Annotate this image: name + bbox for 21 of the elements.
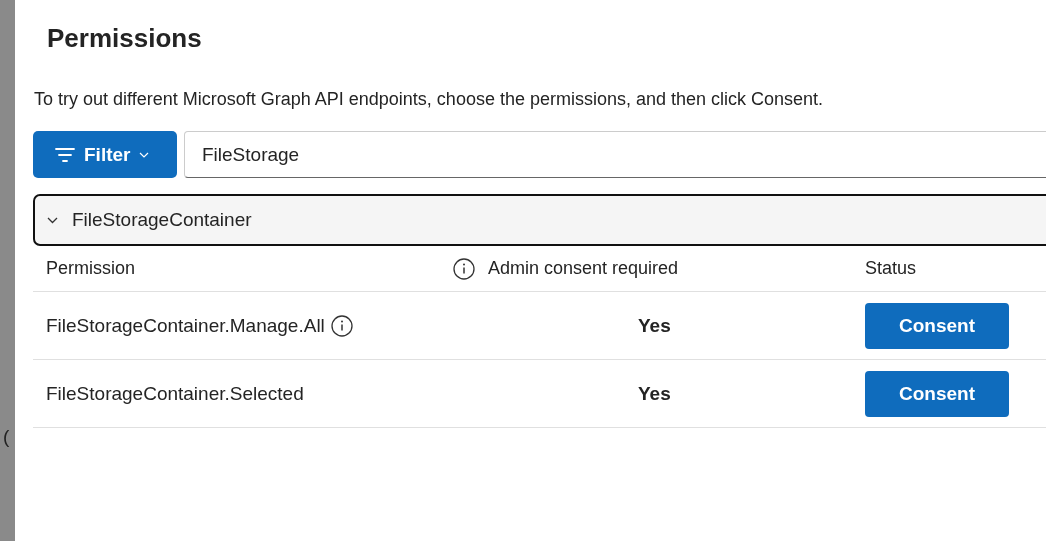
chevron-icon (47, 216, 58, 224)
info-icon (453, 257, 475, 280)
dialog-title: Permissions (47, 22, 203, 54)
filter-button[interactable]: Filter (33, 131, 177, 178)
admin-consent-value: Yes (638, 314, 671, 337)
description-text: To try out different Microsoft Graph API endpoints, choose the permissions, and then click Consent. (34, 88, 825, 110)
info-icon[interactable] (330, 314, 353, 337)
permission-name: FileStorageContainer.Selected (46, 382, 304, 405)
column-header: Permission (46, 258, 136, 279)
chevron-down-icon (139, 151, 150, 158)
admin-consent-value: Yes (638, 382, 671, 405)
column-header: Admin consent required (488, 258, 679, 279)
group-header[interactable]: FileStorageContainer (33, 194, 1046, 246)
group-label: FileStorageContainer (72, 209, 252, 231)
background-text: ( (3, 426, 10, 448)
consent-button[interactable]: Consent (865, 370, 1009, 417)
consent-button[interactable]: Consent (865, 302, 1009, 349)
permission-name: FileStorageContainer.Manage.All (46, 314, 325, 337)
filter-icon (55, 147, 75, 162)
column-header: Status (865, 258, 917, 278)
search-field[interactable]: FileStorage (184, 131, 1046, 178)
